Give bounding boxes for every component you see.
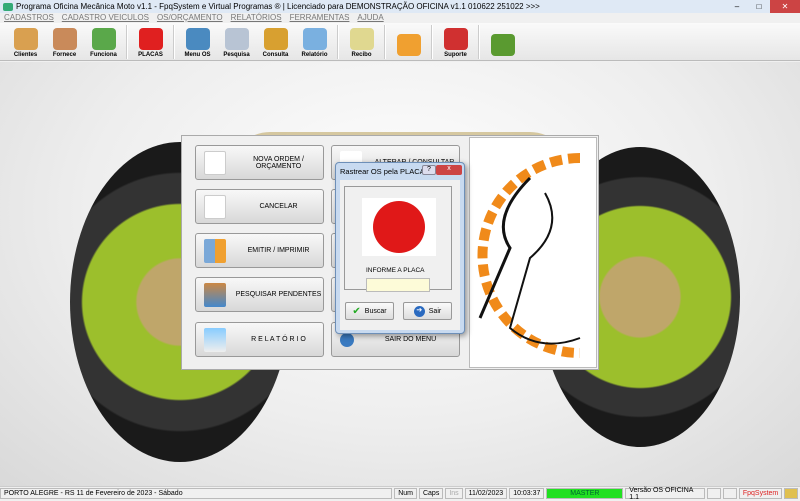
toolbar-separator	[126, 25, 128, 59]
toolbar-button-consulta[interactable]: Consulta	[256, 23, 295, 61]
cancel-document-icon	[204, 194, 226, 219]
report-button[interactable]: R E L A T Ó R I O	[195, 322, 324, 357]
toolbar-label: Suporte	[444, 52, 467, 58]
num-lock: Num	[394, 488, 417, 499]
insert-mode: Ins	[445, 488, 463, 499]
exit-button[interactable]: ➔ Sair	[403, 302, 452, 320]
toolbar-button-item11[interactable]	[483, 23, 522, 61]
maximize-button[interactable]: □	[748, 0, 770, 13]
status-bar: PORTO ALEGRE - RS 11 de Fevereiro de 202…	[0, 486, 800, 501]
clientes-icon	[13, 28, 38, 50]
placas-icon	[138, 28, 163, 50]
cancel-button[interactable]: CANCELAR	[195, 189, 324, 224]
toolbar-label: Consulta	[262, 52, 289, 58]
toolbar-separator	[478, 25, 480, 59]
version-info: Versão OS OFICINA 1.1	[625, 487, 706, 501]
plate-label: INFORME A PLACA	[366, 267, 425, 274]
menu-ajuda[interactable]: AJUDA	[357, 13, 383, 23]
search-pending-icon	[204, 282, 226, 307]
suporte-icon	[443, 28, 468, 50]
minimize-button[interactable]: –	[726, 0, 748, 13]
printer-status-icon[interactable]	[707, 488, 722, 499]
dialog-close-button[interactable]: x	[436, 165, 462, 175]
checkmark-icon: ✔	[352, 305, 361, 317]
plate-group: INFORME A PLACA	[344, 186, 452, 292]
track-plate-dialog: Rastrear OS pela PLACA ? x INFORME A PLA…	[335, 162, 465, 334]
toolbar-button-suporte[interactable]: Suporte	[436, 23, 475, 61]
user-badge: MASTER	[546, 488, 624, 499]
toolbar-button-placas[interactable]: PLACAS	[131, 23, 170, 61]
tool11-icon	[490, 34, 515, 56]
toolbar-label: Clientes	[13, 52, 38, 58]
recibo-icon	[349, 28, 374, 50]
toolbar: Clientes Fornece Funciona PLACAS Menu OS Pesq…	[0, 23, 800, 61]
toolbar-separator	[337, 25, 339, 59]
window-title: Programa Oficina Mecânica Moto v1.1 - Fp…	[16, 2, 540, 11]
new-order-button[interactable]: NOVA ORDEM / ORÇAMENTO	[195, 145, 324, 180]
menu-cadastros[interactable]: CADASTROS	[4, 13, 54, 23]
tool9-icon	[396, 34, 421, 56]
toolbar-label: Recibo	[351, 52, 372, 58]
toolbar-button-fornece[interactable]: Fornece	[45, 23, 84, 61]
location-date: PORTO ALEGRE - RS 11 de Fevereiro de 202…	[0, 488, 393, 499]
toolbar-label: Menu OS	[184, 52, 211, 58]
pesquisa-icon	[224, 28, 249, 50]
toolbar-button-recibo[interactable]: Recibo	[342, 23, 381, 61]
toolbar-button-relatório[interactable]: Relatório	[295, 23, 334, 61]
relatório-icon	[302, 28, 327, 50]
title-bar: Programa Oficina Mecânica Moto v1.1 - Fp…	[0, 0, 800, 13]
plate-input[interactable]	[366, 278, 430, 292]
new-document-icon	[204, 150, 226, 175]
app-icon	[3, 2, 13, 11]
toolbar-button-item9[interactable]	[389, 23, 428, 61]
search-button[interactable]: ✔ Buscar	[345, 302, 394, 320]
brand-label: FpqSystem	[738, 488, 783, 499]
status-time: 10:03:37	[509, 488, 545, 499]
toolbar-label: Fornece	[52, 52, 77, 58]
toolbar-label: Funciona	[90, 52, 117, 58]
toolbar-separator	[173, 25, 175, 59]
toolbar-button-menu os[interactable]: Menu OS	[178, 23, 217, 61]
exit-icon	[340, 332, 354, 347]
menu-relat-rios[interactable]: RELATÓRIOS	[231, 13, 282, 23]
caps-lock: Caps	[418, 488, 444, 499]
users-icon	[784, 488, 798, 499]
search-pending-button[interactable]: PESQUISAR PENDENTES	[195, 277, 324, 312]
consulta-icon	[263, 28, 288, 50]
funciona-icon	[91, 28, 116, 50]
toolbar-label: Relatório	[301, 52, 328, 58]
toolbar-separator	[384, 25, 386, 59]
menu os-icon	[185, 28, 210, 50]
menu-cadastro-veiculos[interactable]: CADASTRO VEICULOS	[62, 13, 149, 23]
network-icon[interactable]	[723, 488, 737, 499]
toolbar-button-funciona[interactable]: Funciona	[84, 23, 123, 61]
toolbar-button-pesquisa[interactable]: Pesquisa	[217, 23, 256, 61]
fornece-icon	[52, 28, 77, 50]
arrow-right-icon: ➔	[413, 305, 425, 317]
menu-ferramentas[interactable]: FERRAMENTAS	[290, 13, 350, 23]
printer-icon	[204, 327, 226, 352]
toolbar-button-clientes[interactable]: Clientes	[6, 23, 45, 61]
help-button[interactable]: ?	[422, 165, 436, 175]
close-button[interactable]: ✕	[770, 0, 800, 13]
print-button[interactable]: EMITIR / IMPRIMIR	[195, 233, 324, 268]
print-icon	[204, 238, 226, 263]
status-date: 11/02/2023	[464, 488, 508, 499]
toolbar-label: PLACAS	[138, 52, 163, 58]
toolbar-label: Pesquisa	[223, 52, 250, 58]
menu-bar: CADASTROS CADASTRO VEICULOS OS/ORÇAMENTO RE…	[0, 13, 800, 23]
menu-os-or-amento[interactable]: OS/ORÇAMENTO	[157, 13, 223, 23]
toolbar-separator	[431, 25, 433, 59]
motorcycle-icon	[362, 198, 436, 256]
wrench-gear-logo	[469, 137, 597, 368]
